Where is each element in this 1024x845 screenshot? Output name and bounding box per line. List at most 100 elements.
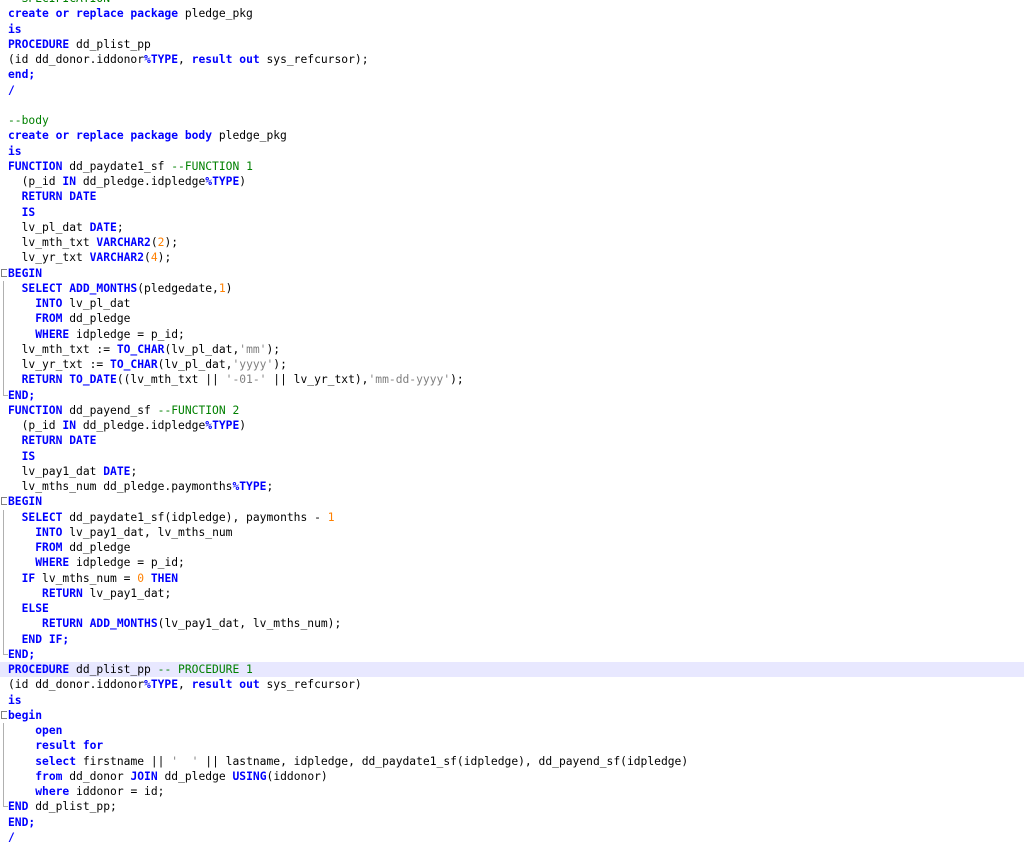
code-line[interactable]: SELECT ADD_MONTHS(pledgedate,1) (0, 280, 1024, 297)
code-line[interactable]: lv_yr_txt VARCHAR2(4); (0, 250, 1024, 265)
code-token: dd_pledge (62, 541, 131, 554)
code-line[interactable]: IS (0, 205, 1024, 220)
code-line[interactable]: is (0, 144, 1024, 159)
code-line[interactable]: RETURN TO_DATE((lv_mth_txt || '-01-' || … (0, 372, 1024, 388)
code-token: dd_paydate1_sf(idpledge), paymonths - (62, 510, 328, 524)
code-line[interactable]: is (0, 693, 1024, 708)
code-line[interactable]: FUNCTION dd_paydate1_sf --FUNCTION 1 (0, 159, 1024, 174)
fold-margin (0, 37, 8, 52)
code-line[interactable]: open (0, 723, 1024, 739)
code-token: IS (21, 449, 36, 463)
code-line[interactable] (0, 98, 1024, 113)
code-token: 'mm-dd-yyyy' (368, 373, 451, 387)
code-token: dd_paydate1_sf (62, 159, 172, 173)
code-line[interactable]: select firstname || ' ' || lastname, idp… (0, 753, 1024, 770)
code-token: WHERE (35, 327, 70, 341)
fold-margin (0, 280, 8, 297)
code-editor[interactable]: --SPECIFICATION--create or replace packa… (0, 0, 1024, 845)
code-line[interactable]: INTO lv_pay1_dat, lv_mths_num (0, 524, 1024, 541)
code-line[interactable]: END dd_plist_pp; (0, 799, 1024, 814)
code-line[interactable]: RETURN ADD_MONTHS(lv_pay1_dat, lv_mths_n… (0, 616, 1024, 632)
code-token: RETURN DATE (21, 190, 97, 204)
code-line[interactable]: END IF; (0, 631, 1024, 648)
fold-margin (0, 372, 8, 388)
code-line[interactable]: (id dd_donor.iddonor%TYPE, result out sy… (0, 677, 1024, 692)
code-token: RETURN TO_DATE (21, 373, 117, 387)
code-line[interactable]: FROM dd_pledge (0, 311, 1024, 327)
fold-toggle-icon[interactable] (0, 708, 8, 723)
code-line[interactable]: END; (0, 815, 1024, 830)
code-line[interactable]: is (0, 22, 1024, 37)
fold-margin (0, 189, 8, 204)
code-line[interactable]: lv_yr_txt := TO_CHAR(lv_pl_dat,'yyyy'); (0, 357, 1024, 373)
code-line[interactable]: ELSE (0, 601, 1024, 617)
code-line[interactable]: from dd_donor JOIN dd_pledge USING(iddon… (0, 768, 1024, 785)
fold-margin (0, 616, 8, 632)
code-token: end; (8, 68, 36, 82)
code-line[interactable]: RETURN lv_pay1_dat; (0, 585, 1024, 602)
code-line[interactable]: FUNCTION dd_payend_sf --FUNCTION 2 (0, 403, 1024, 418)
fold-margin (0, 662, 8, 677)
code-token: from (35, 769, 63, 783)
code-line[interactable]: lv_mth_txt VARCHAR2(2); (0, 235, 1024, 250)
code-token: result out (191, 53, 260, 66)
code-token: ; (130, 464, 138, 478)
fold-toggle-icon[interactable] (0, 494, 8, 509)
fold-margin (0, 631, 8, 648)
code-token: dd_payend_sf (62, 403, 158, 417)
code-line[interactable]: lv_pl_dat DATE; (0, 220, 1024, 235)
code-token: END (8, 800, 29, 814)
code-line[interactable]: BEGIN (0, 266, 1024, 281)
code-token: INTO (35, 297, 63, 310)
code-line[interactable]: create or replace package body pledge_pk… (0, 128, 1024, 143)
code-line[interactable]: RETURN DATE (0, 433, 1024, 448)
code-line[interactable]: PROCEDURE dd_plist_pp (0, 37, 1024, 52)
code-line[interactable]: END; (0, 387, 1024, 403)
code-line[interactable]: / (0, 830, 1024, 845)
code-token: %TYPE (232, 480, 267, 493)
code-token: lv_pl_dat (62, 297, 131, 310)
code-line[interactable]: lv_pay1_dat DATE; (0, 464, 1024, 479)
code-line[interactable]: result for (0, 738, 1024, 754)
code-token: 4 (150, 251, 158, 265)
code-token: %TYPE (144, 678, 179, 692)
code-line[interactable]: END; (0, 646, 1024, 662)
code-token: ((lv_mth_txt || (116, 373, 226, 387)
code-line[interactable]: lv_mth_txt := TO_CHAR(lv_pl_dat,'mm'); (0, 341, 1024, 358)
code-token: ) (239, 175, 247, 188)
code-line[interactable]: begin (0, 708, 1024, 723)
code-line-current[interactable]: PROCEDURE dd_plist_pp -- PROCEDURE 1 (0, 662, 1024, 678)
fold-toggle-icon[interactable] (0, 266, 8, 281)
fold-margin (0, 540, 8, 556)
code-line[interactable]: create or replace package pledge_pkg (0, 6, 1024, 21)
code-line[interactable]: SELECT dd_paydate1_sf(idpledge), paymont… (0, 509, 1024, 526)
code-line[interactable]: INTO lv_pl_dat (0, 296, 1024, 312)
code-token: pledge_pkg (178, 7, 253, 21)
code-line[interactable]: where iddonor = id; (0, 784, 1024, 800)
fold-margin (0, 570, 8, 587)
code-token: create or replace package body (8, 129, 213, 143)
code-token: ) (239, 419, 247, 432)
code-line[interactable]: FROM dd_pledge (0, 540, 1024, 556)
code-line[interactable]: RETURN DATE (0, 189, 1024, 204)
code-token: --FUNCTION 2 (157, 403, 240, 417)
code-line[interactable]: (id dd_donor.iddonor%TYPE, result out sy… (0, 52, 1024, 67)
code-line[interactable]: --body (0, 113, 1024, 128)
fold-margin (0, 646, 8, 662)
code-line[interactable]: end; (0, 67, 1024, 82)
code-line[interactable]: BEGIN (0, 494, 1024, 509)
code-line[interactable]: WHERE idpledge = p_id; (0, 555, 1024, 571)
code-line[interactable]: lv_mths_num dd_pledge.paymonths%TYPE; (0, 479, 1024, 494)
code-line[interactable]: IS (0, 449, 1024, 464)
code-token: END IF; (21, 632, 70, 646)
code-line[interactable]: IF lv_mths_num = 0 THEN (0, 570, 1024, 587)
code-token: (p_id (8, 175, 63, 188)
code-line[interactable]: (p_id IN dd_pledge.idpledge%TYPE) (0, 174, 1024, 189)
code-line[interactable]: (p_id IN dd_pledge.idpledge%TYPE) (0, 418, 1024, 433)
code-line[interactable]: / (0, 83, 1024, 98)
code-line[interactable]: WHERE idpledge = p_id; (0, 326, 1024, 343)
